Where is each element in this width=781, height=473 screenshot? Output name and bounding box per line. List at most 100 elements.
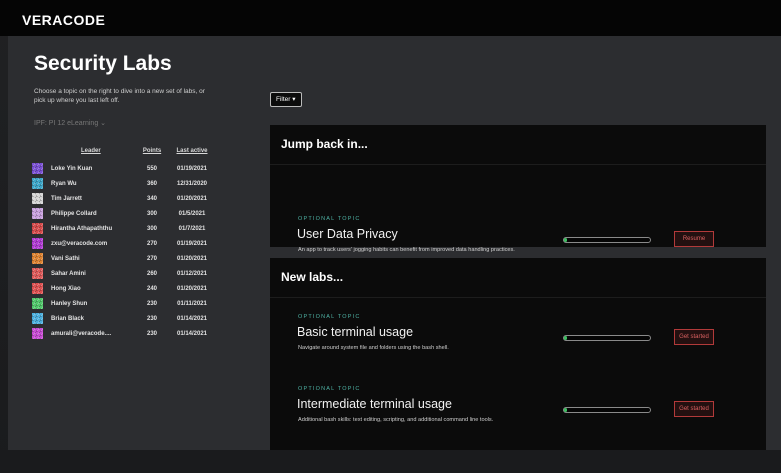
last-active-cell: 01/12/2021	[176, 270, 208, 277]
filter-button[interactable]: Filter ▾	[270, 92, 302, 107]
avatar	[32, 313, 43, 324]
avatar	[32, 193, 43, 204]
lab-title[interactable]: User Data Privacy	[297, 227, 398, 241]
leaderboard-row: Ryan Wu 360 12/31/2020	[32, 176, 217, 191]
leader-cell: Philippe Collard	[32, 206, 137, 221]
lab-description: Additional bash skills: text editing, sc…	[298, 417, 494, 423]
leader-cell: Brian Black	[32, 311, 137, 326]
leader-name: Hanley Shun	[51, 301, 88, 308]
avatar	[32, 238, 43, 249]
leader-name: Sahar Amini	[51, 271, 86, 278]
leader-name: Hirantha Athapaththu	[51, 226, 113, 233]
last-active-cell: 01/5/2021	[178, 210, 206, 217]
last-active-cell: 01/7/2021	[178, 225, 206, 232]
leader-name: amurali@veracode....	[51, 331, 112, 338]
points-cell: 270	[146, 255, 157, 262]
resume-button[interactable]: Resume	[674, 231, 714, 247]
points-cell: 270	[146, 240, 157, 247]
lab-progress-fill	[564, 336, 567, 340]
ipf-selector[interactable]: IPF: PI 12 eLearning ⌄	[34, 119, 106, 127]
points-column-header[interactable]: Points	[137, 146, 167, 161]
avatar	[32, 223, 43, 234]
lab-card-intermediate-terminal[interactable]: OPTIONAL TOPIC Intermediate terminal usa…	[270, 386, 766, 452]
leader-name: zxu@veracode.com	[51, 241, 108, 248]
leader-name: Tim Jarrett	[51, 196, 82, 203]
veracode-logo[interactable]: VERACODE	[22, 12, 105, 28]
last-active-cell: 01/19/2021	[176, 165, 208, 172]
lab-description: An app to track users' jogging habits ca…	[298, 247, 515, 253]
avatar	[32, 253, 43, 264]
intro-text: Choose a topic on the right to dive into…	[34, 88, 205, 104]
leader-cell: Tim Jarrett	[32, 191, 137, 206]
leaderboard-row: zxu@veracode.com 270 01/19/2021	[32, 236, 217, 251]
points-cell: 300	[146, 225, 157, 232]
leaderboard-row: Hong Xiao 240 01/20/2021	[32, 281, 217, 296]
lab-title[interactable]: Basic terminal usage	[297, 325, 413, 339]
points-cell: 550	[146, 165, 157, 172]
avatar	[32, 298, 43, 309]
avatar	[32, 268, 43, 279]
last-active-cell: 12/31/2020	[176, 180, 208, 187]
lab-progress-bar	[563, 407, 651, 413]
leader-cell: Loke Yin Kuan	[32, 161, 137, 176]
leader-name: Ryan Wu	[51, 181, 77, 188]
last-active-column-header[interactable]: Last active	[167, 146, 217, 161]
lab-progress-bar	[563, 335, 651, 341]
leader-name: Vani Sathi	[51, 256, 80, 263]
top-bar: VERACODE	[0, 0, 781, 36]
points-cell: 230	[146, 330, 157, 337]
leaderboard-row: Philippe Collard 300 01/5/2021	[32, 206, 217, 221]
avatar	[32, 208, 43, 219]
leaderboard-row: Loke Yin Kuan 550 01/19/2021	[32, 161, 217, 176]
last-active-cell: 01/14/2021	[176, 330, 208, 337]
leader-cell: Hong Xiao	[32, 281, 137, 296]
leaderboard-row: Sahar Amini 260 01/12/2021	[32, 266, 217, 281]
optional-topic-tag: OPTIONAL TOPIC	[298, 216, 361, 222]
optional-topic-tag: OPTIONAL TOPIC	[298, 314, 361, 320]
leader-cell: amurali@veracode....	[32, 326, 137, 341]
points-cell: 260	[146, 270, 157, 277]
section-divider	[270, 297, 766, 298]
points-cell: 360	[146, 180, 157, 187]
points-cell: 230	[146, 300, 157, 307]
leader-name: Hong Xiao	[51, 286, 81, 293]
leaderboard-row: Brian Black 230 01/14/2021	[32, 311, 217, 326]
leader-cell: Hanley Shun	[32, 296, 137, 311]
last-active-cell: 01/19/2021	[176, 240, 208, 247]
get-started-button[interactable]: Get started	[674, 401, 714, 417]
leaderboard-row: Hirantha Athapaththu 300 01/7/2021	[32, 221, 217, 236]
leader-cell: zxu@veracode.com	[32, 236, 137, 251]
points-cell: 240	[146, 285, 157, 292]
leader-cell: Ryan Wu	[32, 176, 137, 191]
lab-title[interactable]: Intermediate terminal usage	[297, 397, 452, 411]
leader-cell: Vani Sathi	[32, 251, 137, 266]
leader-column-header[interactable]: Leader	[32, 146, 137, 161]
leaderboard-row: Tim Jarrett 340 01/20/2021	[32, 191, 217, 206]
points-cell: 300	[146, 210, 157, 217]
last-active-cell: 01/14/2021	[176, 315, 208, 322]
points-cell: 340	[146, 195, 157, 202]
last-active-cell: 01/20/2021	[176, 255, 208, 262]
leader-cell: Sahar Amini	[32, 266, 137, 281]
leaderboard-table: Leader Points Last active Loke Yin Kuan 5…	[32, 146, 217, 341]
new-labs-section: New labs... OPTIONAL TOPIC Basic termina…	[270, 258, 766, 450]
leaderboard-header-row: Leader Points Last active	[32, 146, 217, 161]
jump-back-in-heading: Jump back in...	[281, 137, 368, 151]
optional-topic-tag: OPTIONAL TOPIC	[298, 386, 361, 392]
page-title: Security Labs	[34, 52, 172, 75]
lab-description: Navigate around system file and folders …	[298, 345, 449, 351]
leaderboard-row: amurali@veracode.... 230 01/14/2021	[32, 326, 217, 341]
leader-name: Loke Yin Kuan	[51, 166, 93, 173]
lab-card-basic-terminal[interactable]: OPTIONAL TOPIC Basic terminal usage Navi…	[270, 314, 766, 380]
last-active-cell: 01/20/2021	[176, 285, 208, 292]
points-cell: 230	[146, 315, 157, 322]
get-started-button[interactable]: Get started	[674, 329, 714, 345]
security-labs-window: Security Labs Choose a topic on the righ…	[8, 36, 781, 450]
new-labs-heading: New labs...	[281, 270, 344, 284]
avatar	[32, 163, 43, 174]
last-active-cell: 01/20/2021	[176, 195, 208, 202]
lab-progress-fill	[564, 238, 567, 242]
jump-back-in-section: Jump back in... OPTIONAL TOPIC User Data…	[270, 125, 766, 253]
leader-name: Philippe Collard	[51, 211, 97, 218]
leaderboard-row: Vani Sathi 270 01/20/2021	[32, 251, 217, 266]
